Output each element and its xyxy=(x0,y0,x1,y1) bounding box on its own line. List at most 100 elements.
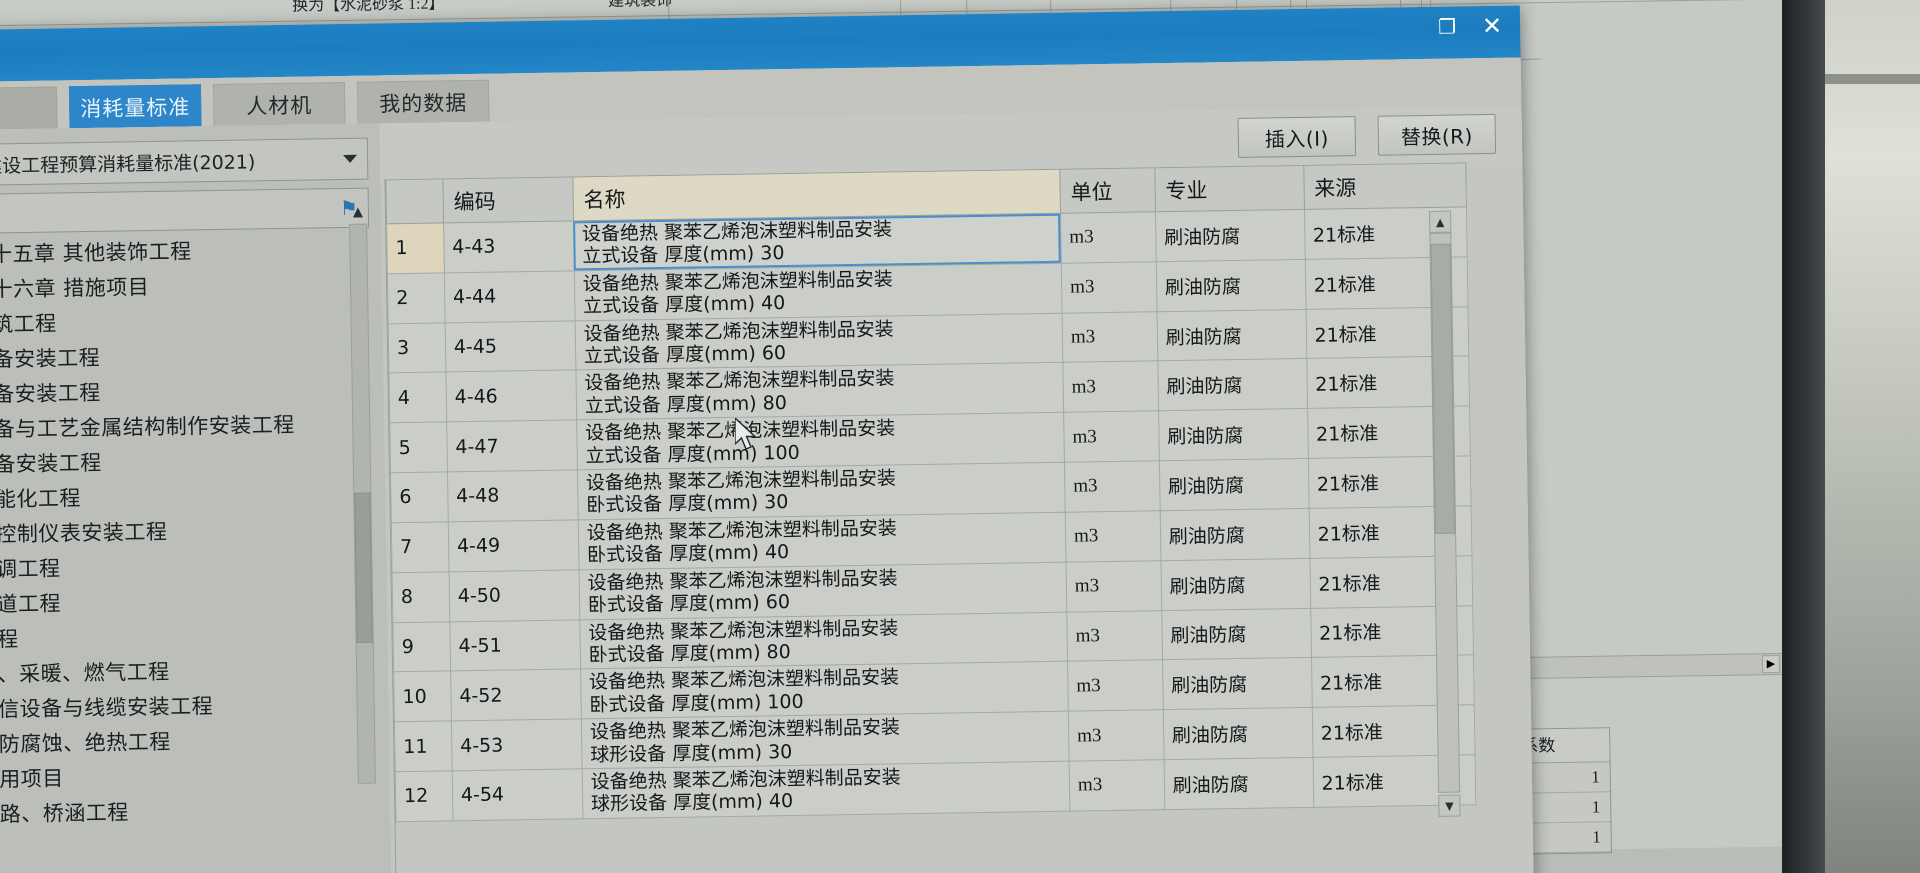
tab-my-data[interactable]: 我的数据 xyxy=(356,79,490,124)
wall-trim-line xyxy=(1825,74,1920,84)
cell-unit: m3 xyxy=(1062,361,1159,413)
cell-code: 4-46 xyxy=(445,370,577,423)
cell-code: 4-53 xyxy=(451,718,582,771)
tree-item[interactable]: 道路、桥涵工程 xyxy=(0,791,391,832)
col-index[interactable] xyxy=(385,178,444,224)
tree-scrollbar-thumb[interactable] xyxy=(354,492,373,643)
cell-specialty: 刷油防腐 xyxy=(1160,558,1311,611)
grid-scrollbar-thumb[interactable] xyxy=(1430,243,1456,534)
cell-specialty: 刷油防腐 xyxy=(1163,707,1313,760)
sidebar: 建设工程预算消耗量标准(2021) ⚑ 第十五章 其他装饰工程 第十六章 措施项… xyxy=(0,123,392,873)
cell-unit: m3 xyxy=(1060,211,1156,264)
cell-unit: m3 xyxy=(1062,311,1158,363)
cell-specialty: 刷油防腐 xyxy=(1159,458,1309,511)
bg-qty-cell: 1 xyxy=(1014,0,1022,3)
cell-specialty: 刷油防腐 xyxy=(1155,259,1306,312)
cell-name: 设备绝热 聚苯乙烯泡沫塑料制品安装 卧式设备 厚度(mm) 100 xyxy=(580,661,1069,719)
cell-unit: m3 xyxy=(1064,460,1160,513)
cell-specialty: 刷油防腐 xyxy=(1163,757,1314,810)
cell-specialty: 刷油防腐 xyxy=(1161,607,1312,661)
monitor-bezel-inner xyxy=(1782,0,1828,873)
cell-code: 4-50 xyxy=(448,569,580,622)
cell-specialty: 刷油防腐 xyxy=(1156,309,1307,362)
cell-code: 4-47 xyxy=(446,420,578,472)
cell-specialty: 刷油防腐 xyxy=(1158,408,1308,461)
col-specialty[interactable]: 专业 xyxy=(1154,165,1305,212)
cell-name: 设备绝热 聚苯乙烯泡沫塑料制品安装 立式设备 厚度(mm) 80 xyxy=(575,362,1064,421)
chapter-tree[interactable]: 第十五章 其他装饰工程 第十六章 措施项目 建筑工程 设备安装工程 设备安装工程… xyxy=(0,231,391,873)
cell-index: 2 xyxy=(387,272,445,324)
cell-index: 5 xyxy=(389,422,448,473)
cell-unit: m3 xyxy=(1063,410,1160,463)
cell-index: 12 xyxy=(395,770,453,822)
cell-code: 4-45 xyxy=(444,320,576,373)
cell-code: 4-51 xyxy=(449,619,581,672)
cell-index: 9 xyxy=(392,621,451,673)
table-body: 1 4-43 设备绝热 聚苯乙烯泡沫塑料制品安装 立式设备 厚度(mm) 30 … xyxy=(386,206,1476,822)
cell-index: 11 xyxy=(394,720,453,772)
cell-code: 4-44 xyxy=(444,270,575,323)
cell-name: 设备绝热 聚苯乙烯泡沫塑料制品安装 卧式设备 厚度(mm) 80 xyxy=(579,611,1068,670)
cell-index: 8 xyxy=(392,571,450,623)
tree-scroll-up-icon[interactable]: ▲ xyxy=(349,202,367,222)
bg-unit-cell: m2 xyxy=(930,0,951,4)
tab-consumption-standard[interactable]: 消耗量标准 xyxy=(68,84,202,129)
standards-grid[interactable]: 编码 名称 单位 专业 来源 1 4-43 设备绝热 聚苯乙烯泡沫塑料制品安装 … xyxy=(384,162,1478,873)
cell-name: 设备绝热 聚苯乙烯泡沫塑料制品安装 立式设备 厚度(mm) 40 xyxy=(574,263,1063,321)
cell-code: 4-48 xyxy=(447,469,579,522)
cell-code: 4-54 xyxy=(452,768,583,821)
cell-code: 4-52 xyxy=(450,669,582,721)
col-name[interactable]: 名称 xyxy=(572,169,1061,221)
cell-specialty: 刷油防腐 xyxy=(1157,358,1308,411)
cell-unit: m3 xyxy=(1066,610,1163,662)
standard-select[interactable]: 建设工程预算消耗量标准(2021) xyxy=(0,137,369,186)
chevron-down-icon[interactable] xyxy=(343,154,358,163)
cell-index: 3 xyxy=(388,322,446,374)
consumption-standard-dialog: ❐ ✕ 消耗量标准 人材机 我的数据 建设工程预算消耗量标准(2021) ⚑ 第… xyxy=(0,5,1534,873)
screen-photo: 换为【水泥砂浆 1:2】 建筑装饰 m2 1 QDL 1 0 1 0 1 0 1… xyxy=(0,0,1920,873)
cell-specialty: 刷油防腐 xyxy=(1155,209,1305,262)
scroll-up-icon[interactable]: ▲ xyxy=(1429,210,1452,233)
wall-background xyxy=(1825,0,1920,873)
cell-index: 10 xyxy=(393,671,452,722)
cell-index: 4 xyxy=(388,372,447,424)
cell-index: 1 xyxy=(386,222,445,274)
tab-labor-material-machine[interactable]: 人材机 xyxy=(212,81,346,127)
maximize-icon[interactable]: ❐ xyxy=(1438,15,1456,39)
cell-name: 设备绝热 聚苯乙烯泡沫塑料制品安装 球形设备 厚度(mm) 40 xyxy=(581,761,1070,819)
cell-name: 设备绝热 聚苯乙烯泡沫塑料制品安装 立式设备 厚度(mm) 100 xyxy=(576,412,1065,470)
cell-name: 设备绝热 聚苯乙烯泡沫塑料制品安装 球形设备 厚度(mm) 30 xyxy=(581,711,1070,769)
cell-unit: m3 xyxy=(1065,510,1161,562)
bg-desc-cell: 换为【水泥砂浆 1:2】 xyxy=(291,0,445,15)
cell-unit: m3 xyxy=(1065,560,1162,612)
main-panel: 插入(I) 替换(R) 编码 名称 单位 专业 来源 1 4-43 设备绝热 聚… xyxy=(379,105,1534,873)
cell-name: 设备绝热 聚苯乙烯泡沫塑料制品安装 立式设备 厚度(mm) 30 xyxy=(573,213,1062,271)
bg-category-cell: 建筑装饰 xyxy=(607,0,673,10)
cell-name: 设备绝热 聚苯乙烯泡沫塑料制品安装 卧式设备 厚度(mm) 40 xyxy=(578,512,1066,570)
col-unit[interactable]: 单位 xyxy=(1059,167,1156,214)
cell-specialty: 刷油防腐 xyxy=(1159,508,1310,561)
cell-index: 7 xyxy=(391,521,449,573)
cell-code: 4-43 xyxy=(443,220,575,273)
search-input[interactable]: ⚑ xyxy=(0,187,370,234)
standard-select-value: 建设工程预算消耗量标准(2021) xyxy=(0,150,256,178)
cell-index: 6 xyxy=(390,471,449,523)
cell-name: 设备绝热 聚苯乙烯泡沫塑料制品安装 立式设备 厚度(mm) 60 xyxy=(574,312,1063,371)
cell-name: 设备绝热 聚苯乙烯泡沫塑料制品安装 卧式设备 厚度(mm) 60 xyxy=(578,561,1067,620)
cell-unit: m3 xyxy=(1067,660,1164,712)
cell-name: 设备绝热 聚苯乙烯泡沫塑料制品安装 卧式设备 厚度(mm) 30 xyxy=(577,462,1066,520)
col-source[interactable]: 来源 xyxy=(1303,162,1467,210)
insert-button[interactable]: 插入(I) xyxy=(1237,116,1357,158)
col-code[interactable]: 编码 xyxy=(442,176,574,223)
cell-unit: m3 xyxy=(1069,759,1165,811)
tab-blank xyxy=(0,86,58,130)
background-horizontal-scrollbar[interactable]: ▶ xyxy=(1512,652,1784,680)
replace-button[interactable]: 替换(R) xyxy=(1377,113,1497,156)
standards-table: 编码 名称 单位 专业 来源 1 4-43 设备绝热 聚苯乙烯泡沫塑料制品安装 … xyxy=(385,162,1477,823)
scroll-down-icon[interactable]: ▼ xyxy=(1438,794,1461,817)
close-icon[interactable]: ✕ xyxy=(1482,12,1503,40)
cell-code: 4-49 xyxy=(448,519,579,572)
cell-unit: m3 xyxy=(1061,261,1157,313)
cell-unit: m3 xyxy=(1068,709,1164,762)
cell-specialty: 刷油防腐 xyxy=(1162,657,1312,710)
